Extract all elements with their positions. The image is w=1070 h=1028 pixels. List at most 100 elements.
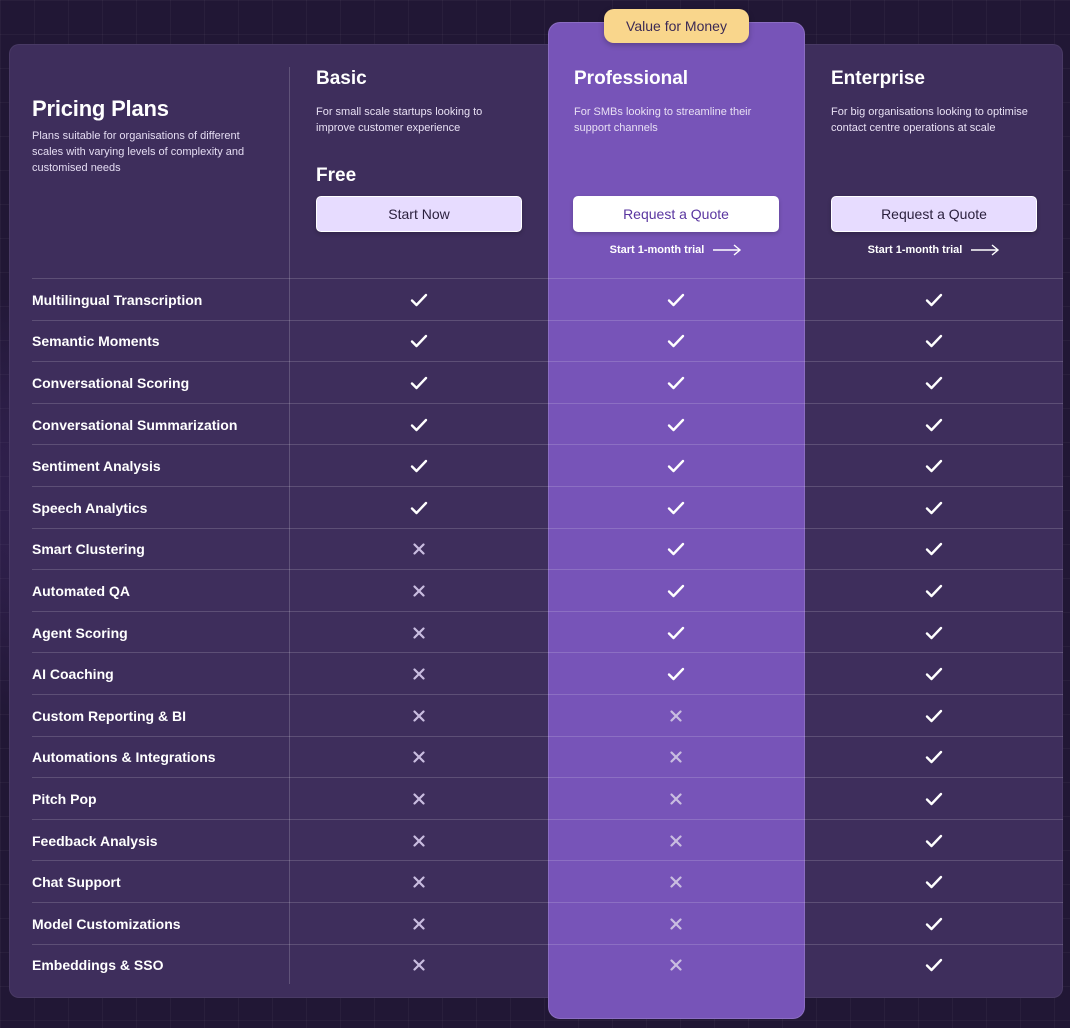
check-icon <box>919 279 949 321</box>
cross-icon <box>404 820 434 862</box>
check-icon <box>919 903 949 945</box>
plan-description: For small scale startups looking to impr… <box>316 106 483 134</box>
feature-label: Pitch Pop <box>32 790 97 807</box>
check-icon <box>661 404 691 446</box>
page-subtitle: Plans suitable for organisations of diff… <box>32 130 245 174</box>
feature-row: Multilingual Transcription <box>32 278 1063 320</box>
check-icon <box>404 445 434 487</box>
cross-icon <box>404 570 434 612</box>
cross-icon <box>404 737 434 779</box>
request-quote-button-professional[interactable]: Request a Quote <box>573 196 779 232</box>
page-title: Pricing Plans <box>32 96 169 121</box>
feature-label: Semantic Moments <box>32 333 160 350</box>
plan-name: Enterprise <box>831 68 925 89</box>
check-icon <box>919 529 949 571</box>
feature-label: Multilingual Transcription <box>32 291 203 308</box>
check-icon <box>661 570 691 612</box>
cross-icon <box>404 903 434 945</box>
feature-label: Agent Scoring <box>32 624 128 641</box>
check-icon <box>404 487 434 529</box>
cross-icon <box>661 820 691 862</box>
plan-price: Free <box>316 165 357 186</box>
plan-basic: Basic For small scale startups looking t… <box>316 68 522 136</box>
feature-label: Automated QA <box>32 582 130 599</box>
check-icon <box>919 487 949 529</box>
check-icon <box>919 321 949 363</box>
check-icon <box>661 612 691 654</box>
feature-label: Sentiment Analysis <box>32 458 161 475</box>
check-icon <box>919 778 949 820</box>
check-icon <box>661 487 691 529</box>
cross-icon <box>404 653 434 695</box>
cross-icon <box>404 612 434 654</box>
feature-row: Conversational Summarization <box>32 402 1063 446</box>
feature-row: Semantic Moments <box>32 319 1063 363</box>
check-icon <box>404 321 434 363</box>
start-now-button[interactable]: Start Now <box>316 196 522 232</box>
check-icon <box>919 737 949 779</box>
cross-icon <box>661 903 691 945</box>
pricing-intro: Pricing Plans Plans suitable for organis… <box>32 96 272 176</box>
check-icon <box>919 445 949 487</box>
feature-row: Smart Clustering <box>32 527 1063 571</box>
feature-label: Smart Clustering <box>32 541 145 558</box>
feature-row: Automated QA <box>32 569 1063 611</box>
arrow-right-icon <box>713 244 742 256</box>
cross-icon <box>404 861 434 903</box>
cross-icon <box>661 695 691 737</box>
feature-label: Speech Analytics <box>32 499 148 516</box>
feature-row: Model Customizations <box>32 901 1063 945</box>
feature-row: Embeddings & SSO <box>32 943 1063 987</box>
check-icon <box>919 945 949 987</box>
plan-name: Professional <box>574 68 689 89</box>
cross-icon <box>404 945 434 987</box>
check-icon <box>919 612 949 654</box>
feature-label: Conversational Scoring <box>32 374 190 391</box>
check-icon <box>404 279 434 321</box>
feature-label: Conversational Summarization <box>32 416 238 433</box>
feature-row: Sentiment Analysis <box>32 444 1063 486</box>
feature-label: Embeddings & SSO <box>32 957 164 974</box>
arrow-right-icon <box>971 244 1000 256</box>
feature-row: AI Coaching <box>32 652 1063 694</box>
plan-description: For SMBs looking to streamline their sup… <box>574 106 752 134</box>
cross-icon <box>661 861 691 903</box>
plan-description: For big organisations looking to optimis… <box>831 106 1028 134</box>
plan-name: Basic <box>316 68 367 89</box>
check-icon <box>919 570 949 612</box>
feature-row: Custom Reporting & BI <box>32 693 1063 737</box>
check-icon <box>919 653 949 695</box>
cross-icon <box>404 695 434 737</box>
check-icon <box>919 820 949 862</box>
feature-table: Multilingual Transcription Semantic Momen… <box>32 278 1063 985</box>
value-badge: Value for Money <box>604 9 749 43</box>
cross-icon <box>661 778 691 820</box>
trial-link-label: Start 1-month trial <box>867 244 963 256</box>
feature-label: Model Customizations <box>32 915 181 932</box>
trial-link-enterprise[interactable]: Start 1-month trial <box>831 242 1037 258</box>
feature-row: Chat Support <box>32 860 1063 902</box>
plan-professional: Professional For SMBs looking to streaml… <box>574 68 780 136</box>
feature-row: Conversational Scoring <box>32 361 1063 403</box>
feature-label: Feedback Analysis <box>32 832 158 849</box>
feature-row: Automations & Integrations <box>32 735 1063 779</box>
check-icon <box>919 404 949 446</box>
check-icon <box>404 404 434 446</box>
request-quote-button-enterprise[interactable]: Request a Quote <box>831 196 1037 232</box>
cross-icon <box>661 737 691 779</box>
feature-row: Speech Analytics <box>32 485 1063 529</box>
plan-enterprise: Enterprise For big organisations looking… <box>831 68 1037 136</box>
cross-icon <box>661 945 691 987</box>
cross-icon <box>404 529 434 571</box>
check-icon <box>661 445 691 487</box>
check-icon <box>661 279 691 321</box>
check-icon <box>661 362 691 404</box>
check-icon <box>661 529 691 571</box>
check-icon <box>404 362 434 404</box>
check-icon <box>661 653 691 695</box>
trial-link-professional[interactable]: Start 1-month trial <box>573 242 779 258</box>
feature-row: Pitch Pop <box>32 777 1063 819</box>
check-icon <box>919 695 949 737</box>
feature-label: Custom Reporting & BI <box>32 707 186 724</box>
feature-label: Chat Support <box>32 874 121 891</box>
